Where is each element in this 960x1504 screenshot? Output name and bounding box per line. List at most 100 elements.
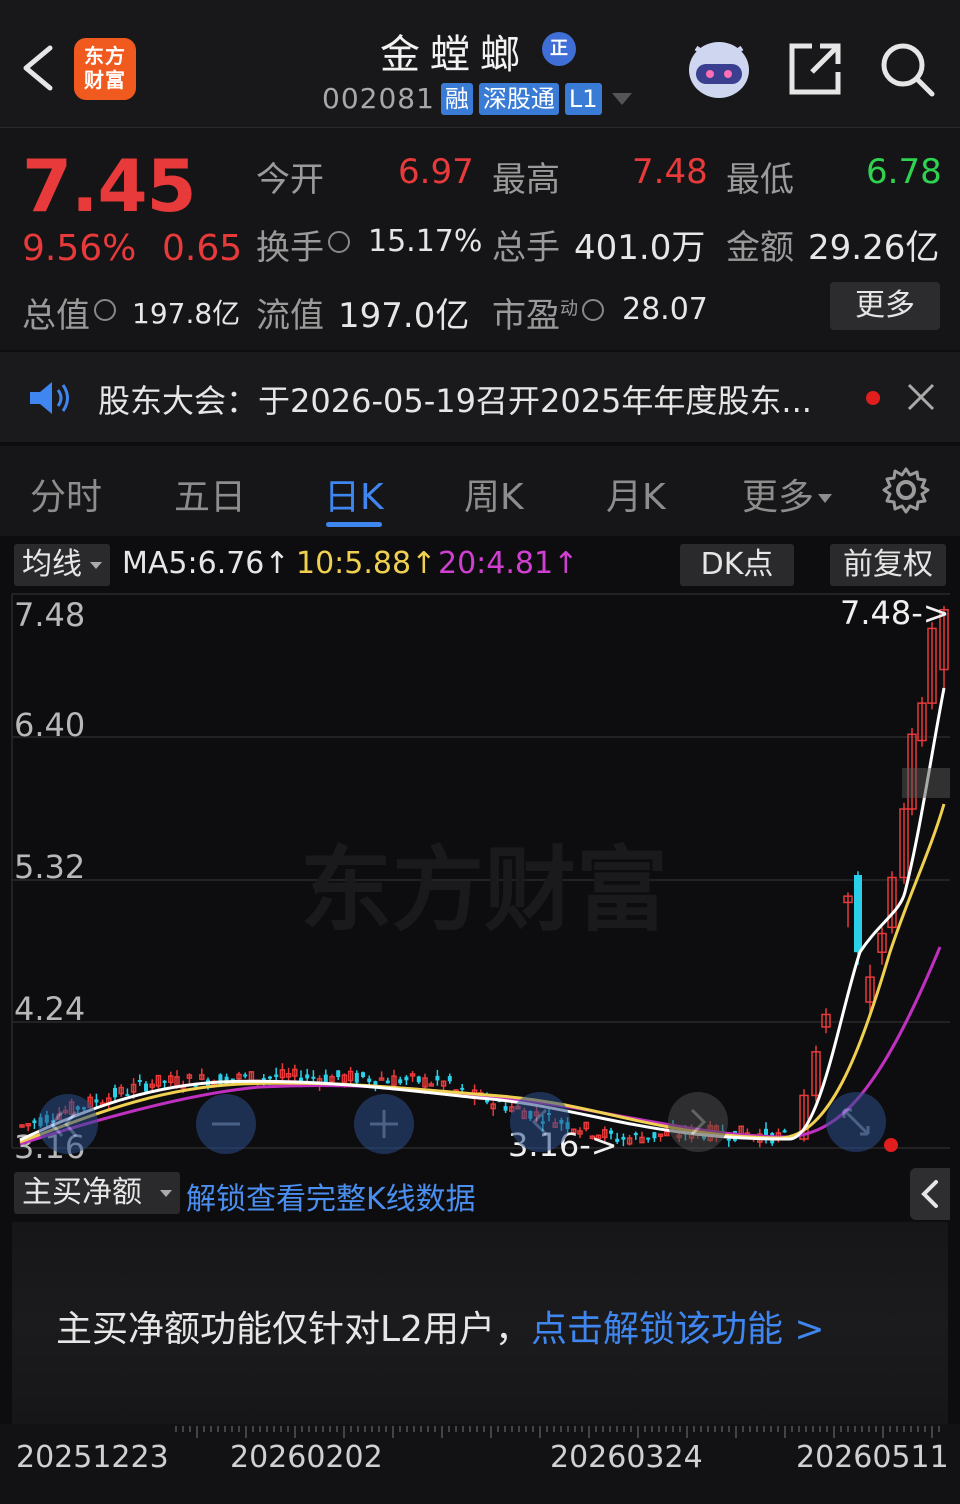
y-tick-label: 7.48 (14, 596, 85, 634)
float-label: 流值 (256, 296, 324, 336)
date-label: 20260202 (230, 1440, 383, 1475)
zheng-badge: 正 (542, 32, 576, 66)
candle-body (354, 1072, 359, 1083)
candle-body (447, 1076, 452, 1082)
y-tick-label: 6.40 (14, 706, 85, 744)
candle-body (162, 1080, 167, 1083)
speaker-icon (30, 382, 69, 414)
robot-icon[interactable] (686, 36, 752, 100)
candle-body (261, 1078, 266, 1081)
tag-rong: 融 (440, 82, 473, 115)
candle-body (323, 1074, 328, 1083)
candle-body (782, 1130, 787, 1133)
sub-indicator-select[interactable]: 主买净额 (14, 1172, 180, 1214)
candle-body (503, 1106, 508, 1111)
tab-monthly-k[interactable]: 月K (606, 468, 666, 520)
share-icon[interactable] (786, 40, 844, 98)
low-value: 6.78 (866, 152, 942, 192)
tab-five-day[interactable]: 五日 (174, 468, 246, 520)
chevron-down-icon (818, 494, 833, 503)
candle-body (385, 1080, 390, 1084)
date-axis: 20251223 20260202 20260324 20260511 (0, 1424, 960, 1504)
adjust-button[interactable]: 前复权 (830, 544, 946, 586)
unread-dot (866, 391, 880, 405)
info-icon[interactable] (94, 299, 116, 321)
notice-text: 股东大会：于2026-05-19召开2025年年度股东... (98, 382, 812, 420)
more-button[interactable]: 更多 (830, 282, 940, 330)
candle-body (125, 1094, 130, 1097)
candle-body (32, 1120, 37, 1124)
price-highlight (902, 768, 950, 798)
tab-weekly-k[interactable]: 周K (464, 468, 524, 520)
tab-daily-k[interactable]: 日K (324, 468, 384, 520)
close-icon[interactable] (904, 380, 938, 414)
candle-body (652, 1132, 657, 1139)
unlock-feature-link[interactable]: 点击解锁该功能 > (531, 1309, 825, 1350)
change-amount: 0.65 (162, 228, 243, 269)
turnover-label: 换手 (256, 220, 350, 269)
candle-body (398, 1079, 403, 1084)
ma-select[interactable]: 均线 (14, 544, 110, 586)
scroll-left-fast-button[interactable] (38, 1094, 98, 1154)
y-tick-label: 4.24 (14, 990, 85, 1028)
low-label: 最低 (726, 160, 794, 200)
scroll-left-button[interactable] (510, 1092, 570, 1152)
watermark: 东方财富 (300, 837, 668, 944)
change-percent: 9.56% (22, 228, 137, 269)
candle-body (435, 1075, 440, 1081)
info-icon[interactable] (328, 231, 350, 253)
scroll-right-button[interactable] (668, 1092, 728, 1152)
stock-code-row[interactable]: 002081 融 深股通 L1 (322, 82, 632, 115)
candle-body (621, 1136, 626, 1140)
stock-name: 金螳螂 (380, 32, 530, 78)
candle-body (460, 1087, 465, 1090)
collapse-panel-button[interactable] (910, 1168, 950, 1220)
candle-body (94, 1099, 99, 1103)
brand-logo[interactable]: 东方财富 (74, 38, 136, 100)
mktcap-label: 总值 (22, 288, 116, 337)
current-price: 7.45 (22, 144, 197, 228)
tag-shengutong: 深股通 (478, 82, 559, 115)
date-label: 20251223 (16, 1440, 169, 1475)
sub-indicator-row: 主买净额 解锁查看完整K线数据 (0, 1166, 960, 1220)
candle-body (336, 1070, 341, 1078)
volume-value: 401.0万 (574, 228, 706, 268)
notice-bar[interactable]: 股东大会：于2026-05-19召开2025年年度股东... (0, 352, 960, 442)
candle-body (243, 1074, 248, 1077)
back-icon[interactable] (16, 40, 60, 96)
candle-body (268, 1076, 272, 1079)
candle-body (113, 1087, 117, 1098)
candle-body (404, 1076, 409, 1081)
stock-code: 002081 (322, 82, 435, 115)
period-tabs: 分时 五日 日K 周K 月K 更多 (0, 446, 960, 536)
ma20-value: 20:4.81↑ (438, 546, 579, 581)
promo-text: 主买净额功能仅针对L2用户，点击解锁该功能 > (56, 1309, 825, 1350)
candle-body (311, 1076, 316, 1079)
tag-l1: L1 (564, 82, 602, 115)
high-value: 7.48 (632, 152, 708, 192)
dk-point-button[interactable]: DK点 (680, 544, 794, 586)
candle-body (646, 1137, 651, 1140)
high-label: 最高 (492, 160, 560, 200)
pe-value: 28.07 (622, 292, 708, 327)
tab-more[interactable]: 更多 (742, 468, 833, 520)
amount-label: 金额 (726, 228, 794, 268)
candle-body (726, 1138, 731, 1141)
tab-minute[interactable]: 分时 (30, 468, 102, 520)
candle-body (144, 1083, 148, 1092)
kline-chart[interactable]: 东方财富 7.48 6.40 5.32 4.24 3.16 7.48-> 3.1… (0, 592, 960, 1166)
date-label: 20260324 (550, 1440, 703, 1475)
open-value: 6.97 (398, 152, 474, 192)
latest-point-dot (884, 1138, 898, 1152)
volume-label: 总手 (492, 228, 560, 268)
unlock-link[interactable]: 解锁查看完整K线数据 (186, 1174, 476, 1218)
candle-body (633, 1133, 638, 1136)
info-icon[interactable] (582, 299, 604, 321)
candle-body (854, 875, 862, 953)
gear-icon[interactable] (882, 466, 930, 514)
y-tick-label: 5.32 (14, 848, 85, 886)
candle-body (274, 1074, 279, 1077)
chevron-down-icon[interactable] (611, 92, 632, 105)
open-label: 今开 (256, 160, 324, 200)
search-icon[interactable] (878, 40, 936, 98)
